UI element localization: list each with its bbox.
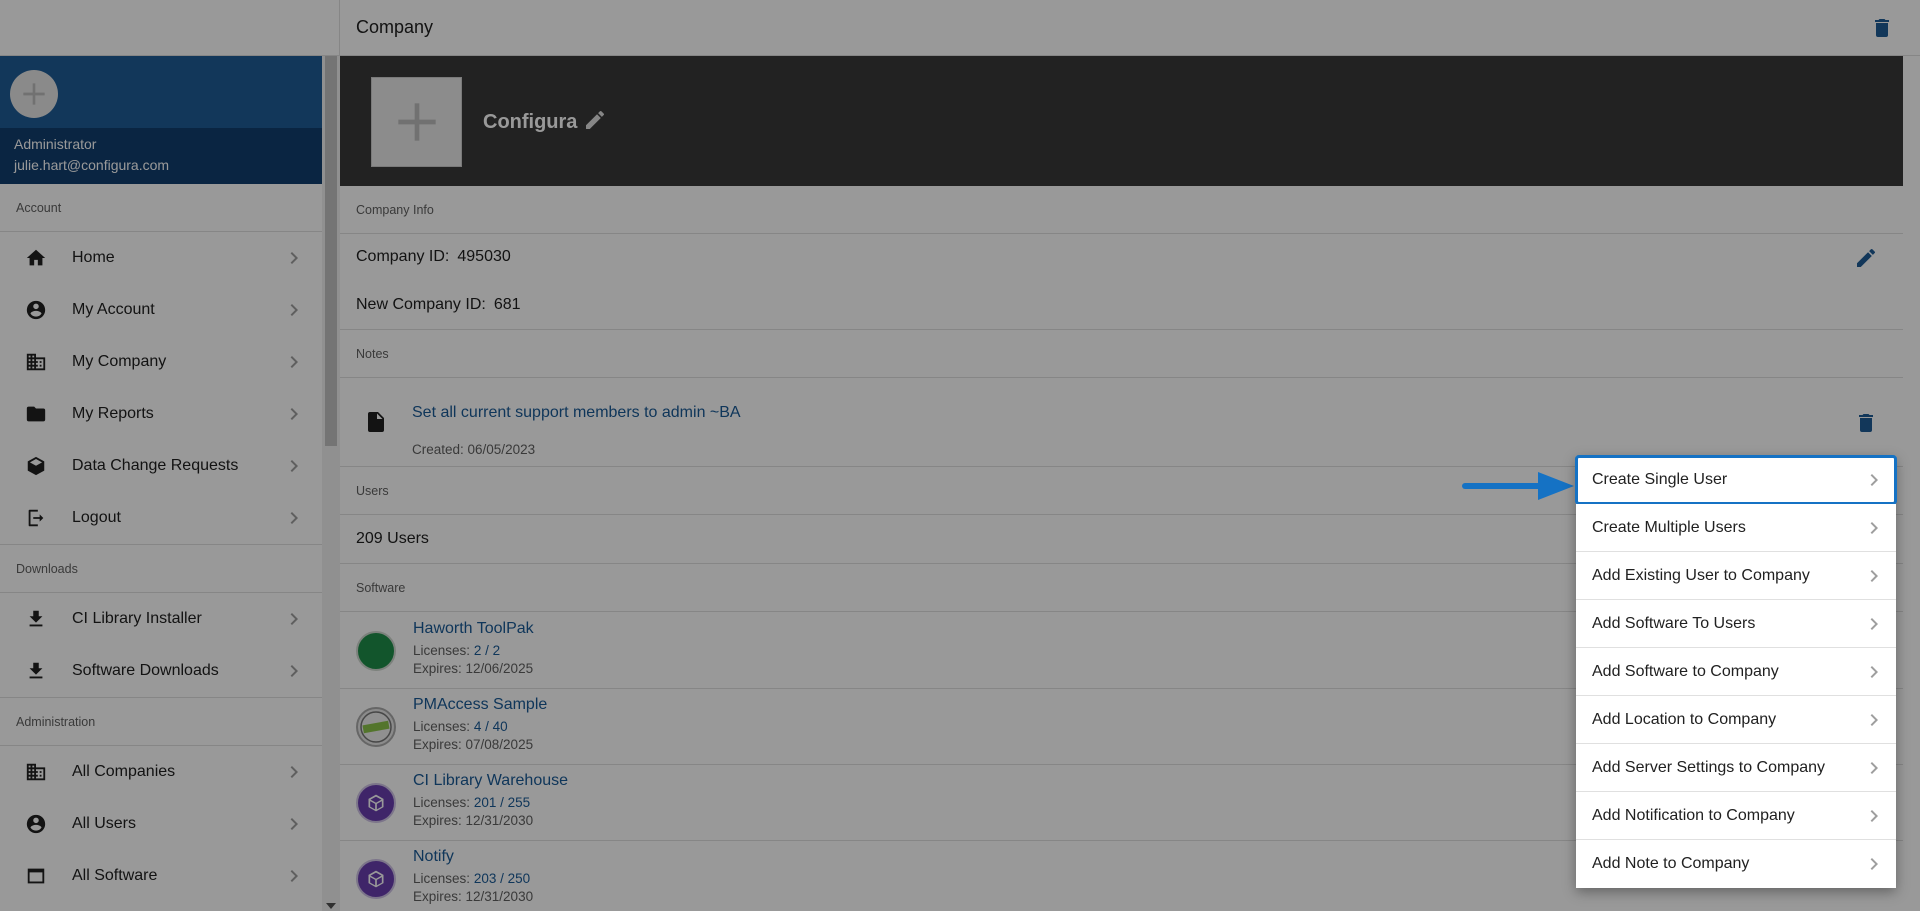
menu-item-add-existing-user[interactable]: Add Existing User to Company [1576,552,1896,600]
menu-item-label: Add Existing User to Company [1592,566,1810,584]
menu-item-label: Add Note to Company [1592,855,1750,872]
menu-item-label: Create Multiple Users [1592,518,1746,536]
pointer-arrow-icon [1462,472,1574,500]
chevron-right-icon [1870,858,1878,870]
menu-item-create-multiple-users[interactable]: Create Multiple Users [1576,504,1896,552]
chevron-right-icon [1870,618,1878,630]
chevron-right-icon [1870,474,1878,486]
menu-item-label: Add Server Settings to Company [1592,758,1826,776]
menu-item-label: Add Notification to Company [1592,806,1795,824]
menu-item-label: Add Software To Users [1592,614,1756,632]
menu-item-add-location[interactable]: Add Location to Company [1576,696,1896,744]
menu-item-label: Add Software to Company [1592,662,1779,680]
chevron-right-icon [1870,522,1878,534]
menu-item-add-note[interactable]: Add Note to Company [1576,840,1896,888]
menu-item-add-notification[interactable]: Add Notification to Company [1576,792,1896,840]
menu-item-add-server-settings[interactable]: Add Server Settings to Company [1576,744,1896,792]
chevron-right-icon [1870,666,1878,678]
chevron-right-icon [1870,762,1878,774]
chevron-right-icon [1870,570,1878,582]
menu-item-add-software-to-users[interactable]: Add Software To Users [1576,600,1896,648]
menu-item-create-single-user[interactable]: Create Single User [1575,455,1897,505]
menu-item-label: Create Single User [1592,470,1728,488]
chevron-right-icon [1870,714,1878,726]
menu-item-add-software-to-company[interactable]: Add Software to Company [1576,648,1896,696]
add-actions-menu: Create Single User Create Multiple Users… [1575,455,1897,888]
menu-item-label: Add Location to Company [1592,710,1777,728]
chevron-right-icon [1870,810,1878,822]
